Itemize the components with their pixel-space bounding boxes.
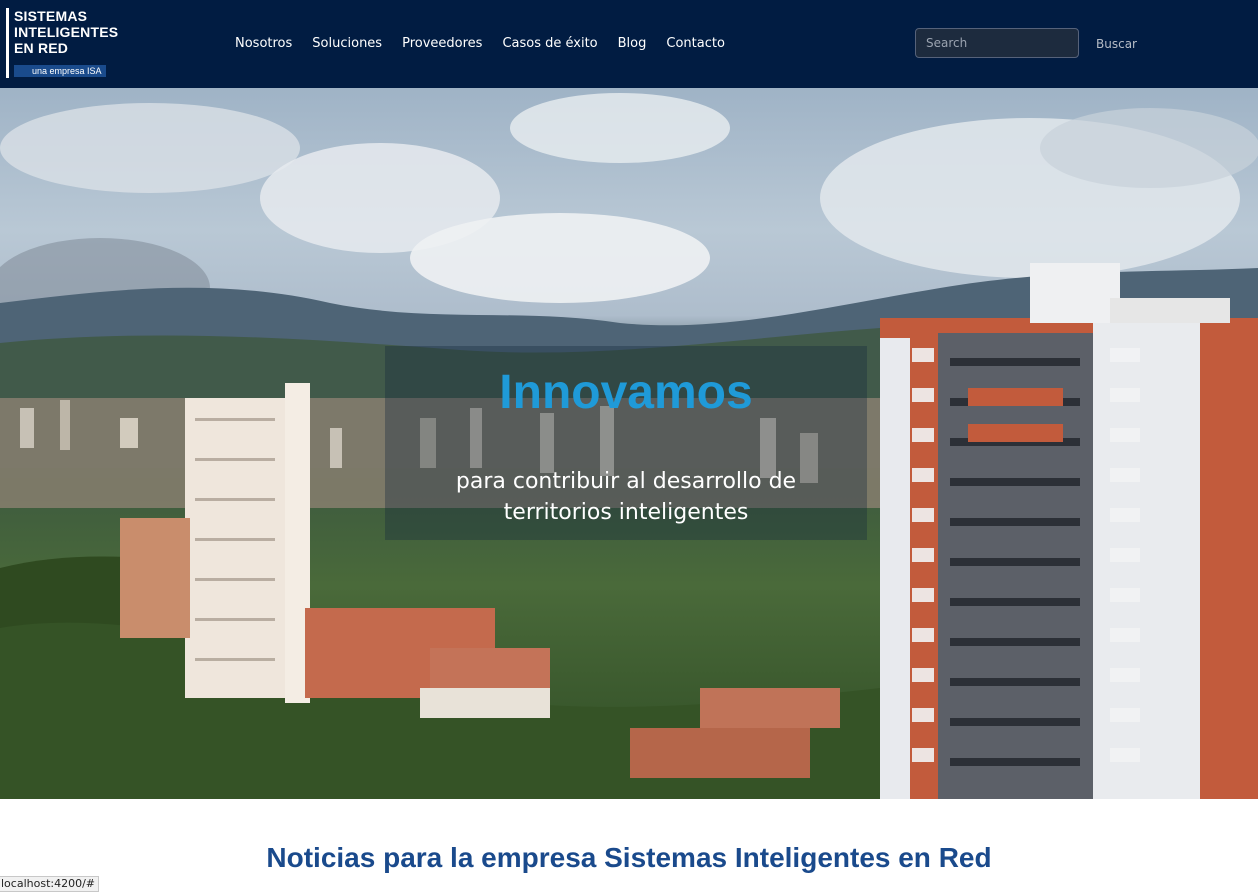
- browser-status-bar: localhost:4200/#: [0, 876, 99, 892]
- nav-link-contacto[interactable]: Contacto: [656, 34, 735, 54]
- logo-text: SISTEMAS INTELIGENTES EN RED: [14, 8, 118, 56]
- main-menu: Nosotros Soluciones Proveedores Casos de…: [225, 34, 735, 54]
- nav-link-proveedores[interactable]: Proveedores: [392, 34, 492, 54]
- nav-link-soluciones[interactable]: Soluciones: [302, 34, 392, 54]
- hero-subtitle: para contribuir al desarrollo de territo…: [455, 469, 797, 525]
- logo-line-2: INTELIGENTES: [14, 24, 119, 40]
- search-input[interactable]: [915, 28, 1079, 58]
- nav-link-casos-de-exito[interactable]: Casos de éxito: [492, 34, 607, 54]
- hero-title: Innovamos: [499, 366, 753, 419]
- logo-line-1: SISTEMAS: [14, 8, 88, 24]
- logo-line-3: EN RED: [14, 40, 69, 56]
- logo-tagline: una empresa ISA: [14, 65, 106, 77]
- nav-link-blog[interactable]: Blog: [608, 34, 657, 54]
- top-navbar: SISTEMAS INTELIGENTES EN RED una empresa…: [0, 0, 1258, 88]
- nav-link-nosotros[interactable]: Nosotros: [225, 34, 302, 54]
- company-logo[interactable]: SISTEMAS INTELIGENTES EN RED una empresa…: [6, 8, 130, 78]
- hero-banner: Innovamos para contribuir al desarrollo …: [0, 88, 1258, 799]
- news-section-title: Noticias para la empresa Sistemas Inteli…: [266, 842, 992, 873]
- search-button[interactable]: Buscar: [1086, 33, 1147, 55]
- logo-accent-bar: [6, 8, 9, 78]
